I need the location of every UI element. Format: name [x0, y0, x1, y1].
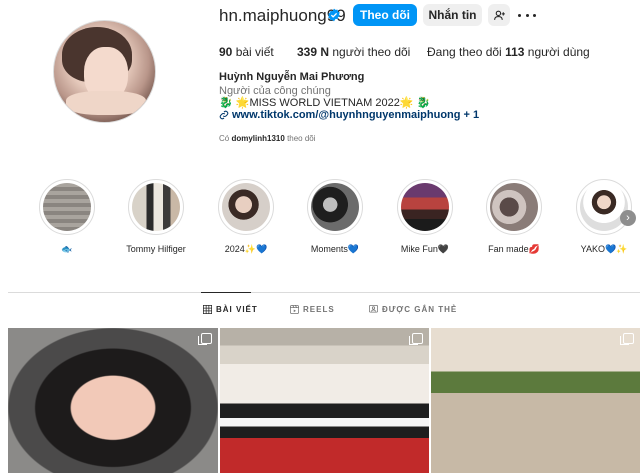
- highlight-6[interactable]: [486, 179, 542, 235]
- more-options-button[interactable]: [518, 7, 536, 23]
- highlight-5-label: Mike Fun🖤: [400, 244, 450, 254]
- tab-posts[interactable]: BÀI VIẾT: [203, 305, 258, 314]
- highlight-2-label: Tommy Hilfiger: [126, 244, 186, 254]
- profile-bio: 🐉 🌟MISS WORLD VIETNAM 2022🌟 🐉: [219, 97, 431, 109]
- highlight-7[interactable]: [576, 179, 632, 235]
- highlight-4-label: Moments💙: [310, 244, 360, 254]
- profile-full-name: Huỳnh Nguyễn Mai Phương: [219, 71, 365, 83]
- dot-icon: [518, 13, 521, 17]
- followers-count[interactable]: 339 N người theo dõi: [297, 45, 410, 59]
- tab-tagged-label: ĐƯỢC GẮN THẺ: [382, 305, 458, 314]
- followed-by-prefix: Có: [219, 134, 230, 143]
- post-thumbnail-1[interactable]: [8, 328, 218, 473]
- following-number: 113: [505, 45, 525, 59]
- followed-by[interactable]: Có domylinh1310 theo dõi: [219, 134, 316, 143]
- followers-label: người theo dõi: [332, 45, 411, 59]
- tabs-divider: [8, 292, 640, 293]
- highlights-next-button[interactable]: ›: [620, 210, 636, 226]
- profile-link[interactable]: www.tiktok.com/@huynhnguyenmaiphuong + 1: [219, 109, 479, 121]
- suggested-users-button[interactable]: [488, 4, 510, 26]
- follow-button[interactable]: Theo dõi: [353, 4, 417, 26]
- carousel-icon: [620, 333, 634, 345]
- tab-reels[interactable]: REELS: [290, 305, 335, 314]
- tab-tagged[interactable]: ĐƯỢC GẮN THẺ: [369, 305, 457, 314]
- highlight-7-label: YAKO💙✨: [580, 244, 628, 254]
- post-thumbnail-3[interactable]: [431, 328, 640, 473]
- dot-icon: [525, 13, 529, 17]
- followers-number: 339 N: [297, 45, 330, 59]
- active-tab-indicator: [201, 292, 251, 293]
- tab-reels-label: REELS: [303, 305, 335, 314]
- message-button[interactable]: Nhắn tin: [423, 4, 482, 26]
- tab-posts-label: BÀI VIẾT: [216, 305, 258, 314]
- posts-count: 90 bài viết: [219, 45, 274, 59]
- following-suffix: người dùng: [527, 45, 590, 59]
- highlight-5[interactable]: [397, 179, 453, 235]
- highlight-4[interactable]: [307, 179, 363, 235]
- followed-by-suffix: theo dõi: [287, 134, 316, 143]
- posts-number: 90: [219, 45, 233, 59]
- followed-by-user[interactable]: domylinh1310: [231, 134, 284, 143]
- highlight-3[interactable]: [218, 179, 274, 235]
- highlight-3-label: 2024✨💙: [224, 244, 268, 254]
- grid-icon: [203, 305, 212, 314]
- tagged-icon: [369, 305, 378, 313]
- post-thumbnail-2[interactable]: [220, 328, 429, 473]
- reels-icon: [290, 305, 299, 314]
- profile-avatar[interactable]: [53, 20, 156, 123]
- chevron-right-icon: ›: [626, 212, 630, 224]
- carousel-icon: [198, 333, 212, 345]
- highlight-1[interactable]: [39, 179, 95, 235]
- following-prefix: Đang theo dõi: [427, 45, 502, 59]
- carousel-icon: [409, 333, 423, 345]
- dot-icon: [533, 13, 536, 17]
- add-user-icon: [493, 10, 505, 20]
- profile-link-text[interactable]: www.tiktok.com/@huynhnguyenmaiphuong + 1: [232, 109, 479, 121]
- link-icon: [219, 110, 229, 120]
- highlight-1-label: 🐟: [61, 244, 73, 254]
- following-count[interactable]: Đang theo dõi 113 người dùng: [427, 45, 590, 59]
- highlight-6-label: Fan made💋: [488, 244, 540, 254]
- posts-label: bài viết: [235, 45, 274, 59]
- highlight-2[interactable]: [128, 179, 184, 235]
- verified-badge-icon: [328, 8, 340, 22]
